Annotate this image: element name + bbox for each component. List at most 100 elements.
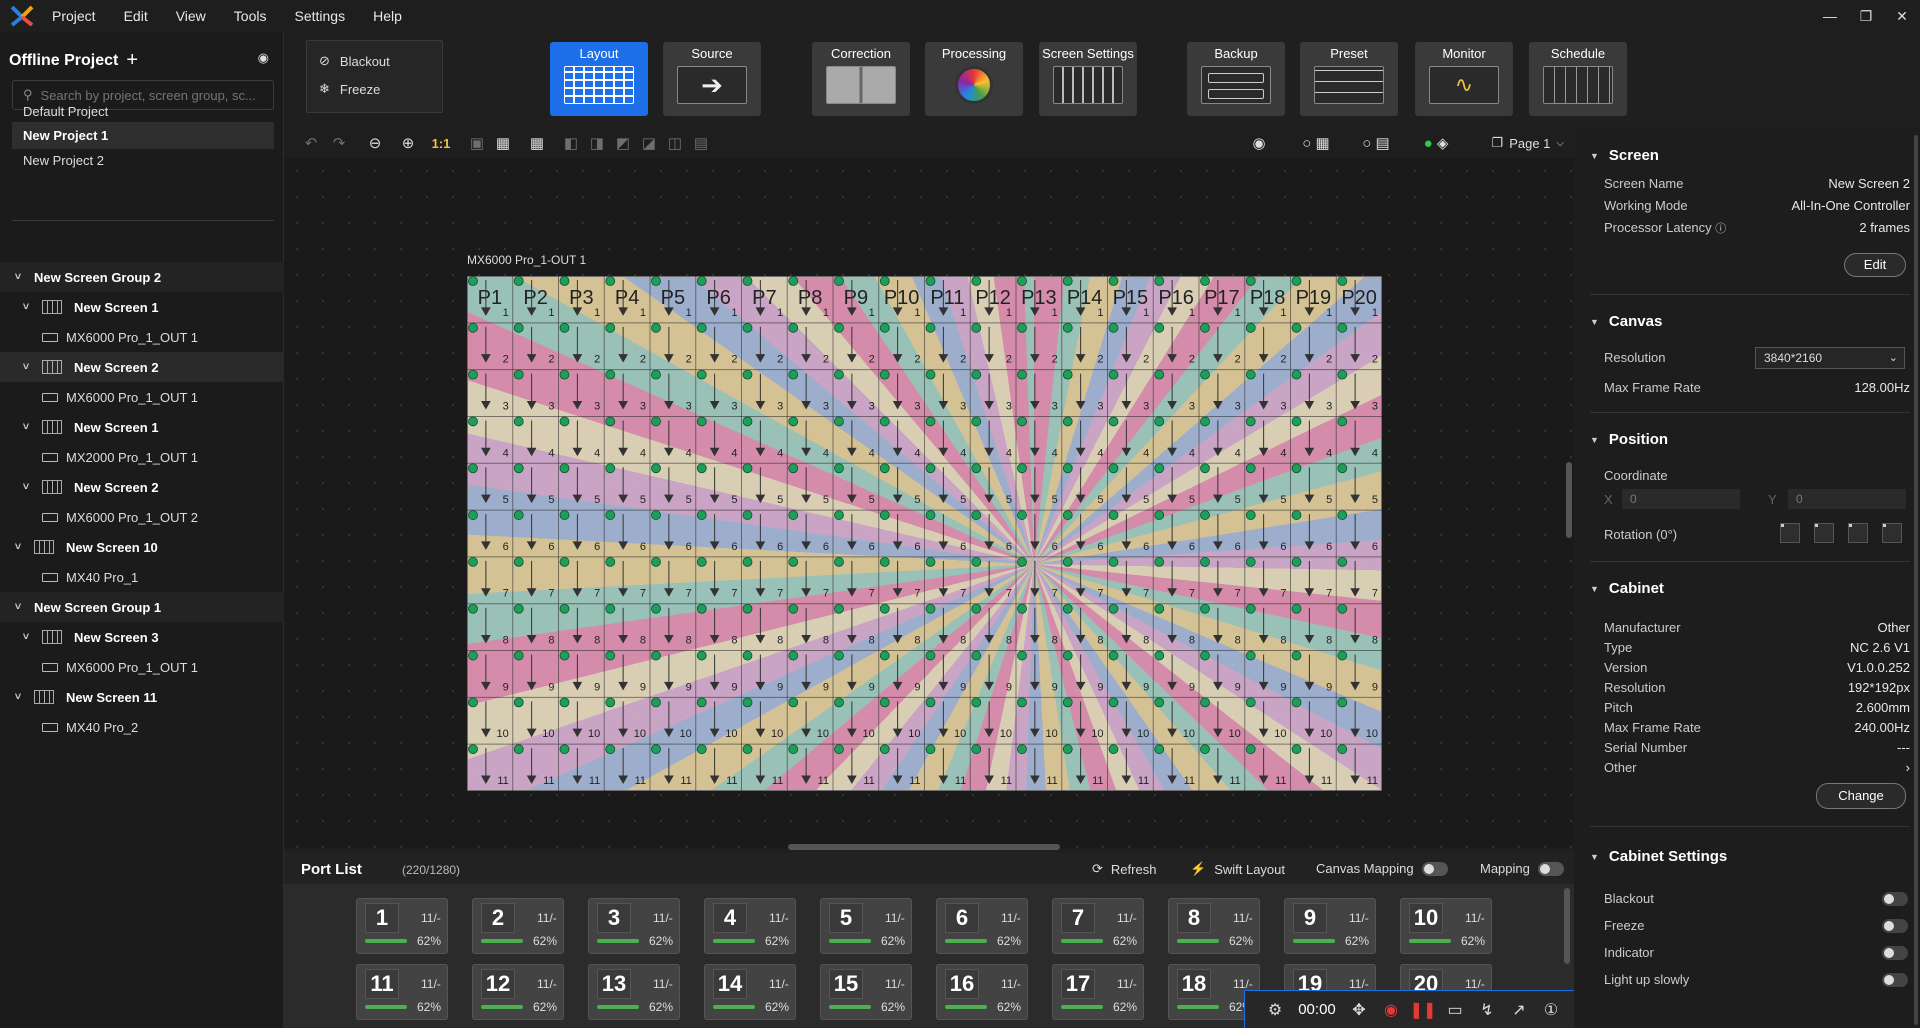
fit-icon[interactable]: ▣	[464, 128, 490, 158]
distribute-v-icon[interactable]: ▤	[688, 128, 714, 158]
chevron-down-icon[interactable]: ˅	[12, 271, 24, 283]
port-card[interactable]: 10 11/- 62%	[1400, 898, 1492, 954]
tree-device[interactable]: MX2000 Pro_1_OUT 1	[0, 442, 284, 472]
port-card[interactable]: 15 11/- 62%	[820, 964, 912, 1020]
pause-icon[interactable]: ❚❚	[1407, 1000, 1439, 1020]
align-bottom-icon[interactable]: ◪	[636, 128, 662, 158]
align-right-icon[interactable]: ◨	[584, 128, 610, 158]
eye-icon[interactable]: ◉	[258, 50, 269, 66]
add-project-icon[interactable]: +	[126, 49, 138, 72]
port-card[interactable]: 12 11/- 62%	[472, 964, 564, 1020]
port-list-scrollbar[interactable]	[1564, 888, 1570, 964]
chevron-down-icon[interactable]: ˅	[20, 301, 32, 313]
ribbon-preset-button[interactable]: Preset	[1300, 42, 1398, 116]
shapes-icon[interactable]: ▭	[1439, 1000, 1471, 1020]
chevron-down-icon[interactable]: ˅	[20, 481, 32, 493]
project-item[interactable]: Default Project	[12, 98, 274, 125]
project-item[interactable]: New Project 2	[12, 147, 274, 174]
cabinet-setting-toggle[interactable]	[1882, 946, 1908, 960]
port-card[interactable]: 5 11/- 62%	[820, 898, 912, 954]
ribbon-backup-button[interactable]: Backup	[1187, 42, 1285, 116]
menu-tools[interactable]: Tools	[234, 8, 267, 24]
arrow-icon[interactable]: ↗	[1503, 1000, 1535, 1020]
tree-device[interactable]: MX40 Pro_2	[0, 712, 284, 742]
layer-toggle[interactable]: ● ◈	[1416, 128, 1456, 158]
port-card[interactable]: 3 11/- 62%	[588, 898, 680, 954]
section-canvas[interactable]: ▼ Canvas	[1590, 313, 1662, 330]
chevron-down-icon[interactable]: ˅	[12, 541, 24, 553]
change-button[interactable]: Change	[1816, 783, 1906, 809]
record-stop-icon[interactable]: ◉	[1375, 1000, 1407, 1020]
port-card[interactable]: 14 11/- 62%	[704, 964, 796, 1020]
menu-settings[interactable]: Settings	[294, 8, 345, 24]
ribbon-correction-button[interactable]: Correction	[812, 42, 910, 116]
minimize-icon[interactable]: —	[1812, 0, 1848, 32]
mapping-switch[interactable]	[1537, 861, 1564, 876]
port-card[interactable]: 2 11/- 62%	[472, 898, 564, 954]
ribbon-schedule-button[interactable]: Schedule	[1529, 42, 1627, 116]
port-card[interactable]: 1 11/- 62%	[356, 898, 448, 954]
section-position[interactable]: ▼ Position	[1590, 431, 1668, 448]
tree-device[interactable]: MX40 Pro_1	[0, 562, 284, 592]
swift-layout-button[interactable]: ⚡ Swift Layout	[1190, 861, 1285, 877]
redo-icon[interactable]: ↷	[326, 128, 352, 158]
align-left-icon[interactable]: ◧	[558, 128, 584, 158]
tree-screen[interactable]: ˅ New Screen 10	[0, 532, 284, 562]
mapping-toggle[interactable]: Mapping	[1480, 861, 1564, 876]
ribbon-screen-settings-button[interactable]: Screen Settings	[1039, 42, 1137, 116]
section-cabinet[interactable]: ▼ Cabinet	[1590, 580, 1664, 597]
properties-scrollbar[interactable]	[1914, 135, 1918, 1025]
tree-screen[interactable]: ˅ New Screen 2	[0, 352, 284, 382]
canvas-horizontal-scrollbar[interactable]	[788, 844, 1060, 850]
cabinet-setting-toggle[interactable]	[1882, 892, 1908, 906]
chevron-down-icon[interactable]: ˅	[12, 601, 24, 613]
move-icon[interactable]: ✥	[1343, 1000, 1375, 1020]
canvas-mapping-switch[interactable]	[1421, 861, 1448, 876]
zoom-out-icon[interactable]: ⊖	[362, 128, 388, 158]
settings-gear-icon[interactable]: ⚙	[1259, 1000, 1291, 1020]
restore-icon[interactable]: ❐	[1848, 0, 1884, 32]
tree-device[interactable]: MX6000 Pro_1_OUT 1	[0, 652, 284, 682]
cabinet-grid[interactable]: P11234567891011P21234567891011P312345678…	[467, 276, 1382, 791]
number-marker-icon[interactable]: ①	[1535, 1000, 1567, 1020]
cabinet-setting-toggle[interactable]	[1882, 919, 1908, 933]
x-input[interactable]: 0	[1622, 489, 1740, 509]
page-selector[interactable]: ❐ Page 1 ⌵	[1492, 131, 1564, 155]
align-top-icon[interactable]: ◩	[610, 128, 636, 158]
chevron-down-icon[interactable]: ˅	[20, 421, 32, 433]
port-card[interactable]: 17 11/- 62%	[1052, 964, 1144, 1020]
ribbon-monitor-button[interactable]: Monitor ∿	[1415, 42, 1513, 116]
port-card[interactable]: 8 11/- 62%	[1168, 898, 1260, 954]
port-card[interactable]: 7 11/- 62%	[1052, 898, 1144, 954]
tree-device[interactable]: MX6000 Pro_1_OUT 2	[0, 502, 284, 532]
tree-screen[interactable]: ˅ New Screen 3	[0, 622, 284, 652]
fit-screen-icon[interactable]: ▦	[490, 128, 516, 158]
tree-device[interactable]: MX6000 Pro_1_OUT 1	[0, 322, 284, 352]
project-item-selected[interactable]: New Project 1	[12, 122, 274, 149]
tree-group[interactable]: ˅ New Screen Group 2	[0, 262, 284, 292]
ribbon-source-button[interactable]: Source ➔	[663, 42, 761, 116]
menu-help[interactable]: Help	[373, 8, 402, 24]
chevron-down-icon[interactable]: ˅	[20, 361, 32, 373]
y-input[interactable]: 0	[1788, 489, 1906, 509]
port-card[interactable]: 11 11/- 62%	[356, 964, 448, 1020]
port-card[interactable]: 4 11/- 62%	[704, 898, 796, 954]
tree-device[interactable]: MX6000 Pro_1_OUT 1	[0, 382, 284, 412]
polyline-icon[interactable]: ↯	[1471, 1000, 1503, 1020]
menu-edit[interactable]: Edit	[124, 8, 148, 24]
canvas-vertical-scrollbar[interactable]	[1566, 462, 1572, 538]
info-icon[interactable]: ⓘ	[1715, 223, 1726, 235]
menu-project[interactable]: Project	[52, 8, 96, 24]
rotation-180-button[interactable]	[1848, 523, 1868, 543]
zoom-1-1-button[interactable]: 1:1	[426, 128, 456, 158]
zoom-in-icon[interactable]: ⊕	[395, 128, 421, 158]
tree-screen[interactable]: ˅ New Screen 11	[0, 682, 284, 712]
ribbon-layout-button[interactable]: Layout	[550, 42, 648, 116]
port-card[interactable]: 16 11/- 62%	[936, 964, 1028, 1020]
grid-icon[interactable]: ▦	[524, 128, 550, 158]
close-icon[interactable]: ✕	[1884, 0, 1920, 32]
section-screen[interactable]: ▼ Screen	[1590, 147, 1659, 164]
edit-button[interactable]: Edit	[1844, 253, 1906, 277]
port-card[interactable]: 6 11/- 62%	[936, 898, 1028, 954]
chevron-down-icon[interactable]: ˅	[20, 631, 32, 643]
